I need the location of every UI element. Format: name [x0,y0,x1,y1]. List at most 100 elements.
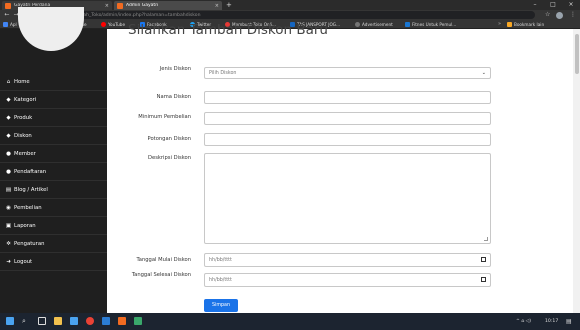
potongan-diskon-input[interactable] [204,133,491,146]
sidebar-item-label: Logout [14,258,33,265]
jenis-diskon-select[interactable]: Pilih Diskon ⌄ [204,67,491,79]
home-icon: ⌂ [6,78,11,85]
maximize-icon[interactable]: □ [544,0,562,10]
url-path: /Semilah_Toko/admin/index.php?halaman=ta… [68,12,201,18]
search-icon[interactable]: ⌕ [22,317,30,325]
site-favicon-icon [117,2,123,9]
notification-icon[interactable]: ▤ [566,313,572,330]
globe-icon: ◉ [6,204,11,211]
close-window-icon[interactable]: × [562,0,580,10]
deskripsi-diskon-label: Deskripsi Diskon [148,155,191,161]
clock[interactable]: 10:17 [545,313,558,330]
calendar-icon[interactable] [481,257,486,262]
jenis-diskon-value: Pilih Diskon [209,70,237,76]
scrollbar-thumb[interactable] [575,34,579,74]
kebab-menu-icon[interactable]: ⋮ [570,11,576,19]
nama-diskon-label: Nama Diskon [156,94,191,100]
youtube-icon [101,22,106,27]
word-icon[interactable] [102,317,110,325]
logo [18,7,84,51]
bookmark-lain[interactable]: Bookmark lain [507,20,544,29]
user-icon: ● [6,168,11,175]
bookmark-advertisement[interactable]: Advertisement [355,20,393,29]
sidebar-item-pembelian[interactable]: ◉ Pembelian [0,199,107,217]
sidebar-item-label: Blog / Artikel [14,186,48,193]
sidebar: ⌂ Home ◆ Kategori ◆ Produk ◆ Diskon ● Member … [0,7,107,313]
new-tab-icon[interactable]: + [226,1,232,9]
sidebar-item-label: Pengaturan [14,240,45,247]
minimize-icon[interactable]: – [526,0,544,10]
sidebar-item-laporan[interactable]: ▣ Laporan [0,217,107,235]
print-icon: ▣ [5,222,12,229]
resize-handle-icon[interactable] [484,237,488,241]
user-icon: ● [6,150,11,157]
sidebar-item-label: Diskon [14,132,32,139]
tanggal-mulai-label: Tanggal Mulai Diskon [136,257,191,263]
globe-icon [355,22,360,27]
page-title: Silahkan Tambah Diskon Baru [128,22,328,38]
sidebar-item-logout[interactable]: ➜ Logout [0,253,107,271]
site-favicon-icon [5,2,11,9]
logout-icon: ➜ [6,258,11,265]
tab-title: Admin Gayatri [126,3,159,8]
close-tab-icon[interactable]: × [105,3,109,9]
bookmark-star-icon[interactable]: ☆ [545,11,550,19]
minimum-pembelian-input[interactable] [204,112,491,125]
sidebar-item-label: Laporan [14,222,36,229]
bookmark-youtube[interactable]: YouTube [101,20,125,29]
sidebar-item-blog[interactable]: ▤ Blog / Artikel [0,181,107,199]
apps-icon [3,22,8,27]
file-explorer-icon[interactable] [54,317,62,325]
sidebar-item-produk[interactable]: ◆ Produk [0,109,107,127]
nama-diskon-input[interactable] [204,91,491,104]
bookmark-fitnes[interactable]: Fitnes Untuk Pemul... [405,20,456,29]
sidebar-item-label: Member [14,150,36,157]
sidebar-item-home[interactable]: ⌂ Home [0,73,107,91]
tanggal-selesai-input[interactable]: hh/bb/tttt [204,273,491,287]
folder-icon [507,22,512,27]
close-tab-icon[interactable]: × [215,3,219,9]
bookmark-icon [405,22,410,27]
system-tray[interactable]: ^ ⌂ ◁) [516,313,531,330]
taskbar: ⌕ ^ ⌂ ◁) 10:17 ▤ [0,313,580,330]
sidebar-item-pendaftaran[interactable]: ● Pendaftaran [0,163,107,181]
potongan-diskon-label: Potongan Diskon [147,136,191,142]
profile-avatar-icon[interactable] [556,11,563,19]
chevron-down-icon: ⌄ [481,70,486,76]
sidebar-item-member[interactable]: ● Member [0,145,107,163]
bookmark-apl[interactable]: Apl [3,20,17,29]
tanggal-selesai-placeholder: hh/bb/tttt [209,277,232,283]
sidebar-item-diskon[interactable]: ◆ Diskon [0,127,107,145]
tab-strip: Gayatri Perdana × Admin Gayatri × + – □ … [0,0,580,10]
deskripsi-diskon-textarea[interactable] [204,153,491,244]
simpan-button[interactable]: Simpan [204,299,238,312]
sidebar-item-label: Produk [14,114,33,121]
tanggal-mulai-input[interactable]: hh/bb/tttt [204,253,491,267]
windows-start-icon[interactable] [6,317,14,325]
store-icon[interactable] [70,317,78,325]
jenis-diskon-label: Jenis Diskon [159,66,191,72]
tab-admin-gayatri[interactable]: Admin Gayatri × [114,1,222,10]
app-icon[interactable] [118,317,126,325]
list-icon: ▤ [5,186,12,193]
more-bookmarks-icon[interactable]: » [498,20,501,29]
sidebar-item-label: Kategori [14,96,37,103]
gear-icon: ✲ [6,240,11,247]
browser-toolbar: ← → ↻ i 127.0.0.1 /Semilah_Toko/admin/in… [0,10,580,20]
chrome-icon[interactable] [86,317,94,325]
back-icon[interactable]: ← [3,11,11,19]
sidebar-item-label: Home [14,78,30,85]
tag-icon: ◆ [6,114,11,121]
tag-icon: ◆ [6,132,11,139]
address-bar[interactable]: i 127.0.0.1 /Semilah_Toko/admin/index.ph… [35,11,535,19]
tanggal-mulai-placeholder: hh/bb/tttt [209,257,232,263]
sidebar-item-pengaturan[interactable]: ✲ Pengaturan [0,235,107,253]
sidebar-item-label: Pembelian [14,204,42,211]
sidebar-item-kategori[interactable]: ◆ Kategori [0,91,107,109]
app-icon[interactable] [134,317,142,325]
minimum-pembelian-label: Minimum Pembelian [138,114,191,120]
tag-icon: ◆ [6,96,11,103]
calendar-icon[interactable] [481,277,486,282]
tanggal-selesai-label: Tanggal Selesai Diskon [131,272,191,278]
task-view-icon[interactable] [38,317,46,325]
